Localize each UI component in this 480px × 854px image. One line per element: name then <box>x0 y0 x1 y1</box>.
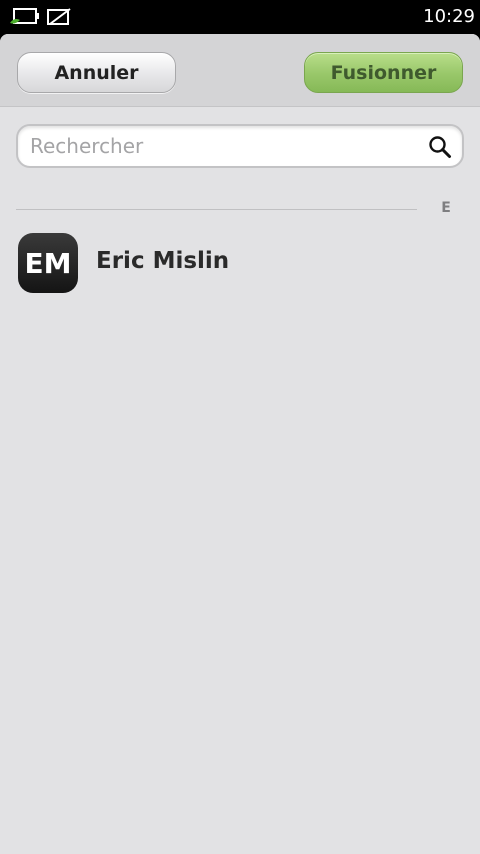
avatar: EM <box>18 233 78 293</box>
section-divider <box>16 209 417 210</box>
merge-button[interactable]: Fusionner <box>304 52 463 93</box>
merge-contact-sheet: Annuler Fusionner E EM Eric Mislin <box>0 34 480 854</box>
section-letter: E <box>441 200 451 216</box>
battery-charging-icon <box>10 8 39 24</box>
search-input[interactable] <box>30 132 410 160</box>
contact-name: Eric Mislin <box>96 248 230 274</box>
toolbar: Annuler Fusionner <box>0 34 480 107</box>
cancel-button[interactable]: Annuler <box>17 52 176 93</box>
status-bar: 10:29 <box>0 0 480 34</box>
contact-list-item[interactable]: EM Eric Mislin <box>0 230 480 294</box>
status-icons <box>8 6 72 28</box>
status-time: 10:29 <box>423 6 475 27</box>
search-icon[interactable] <box>428 135 452 159</box>
search-box[interactable] <box>16 124 464 168</box>
no-sim-icon <box>47 8 71 25</box>
